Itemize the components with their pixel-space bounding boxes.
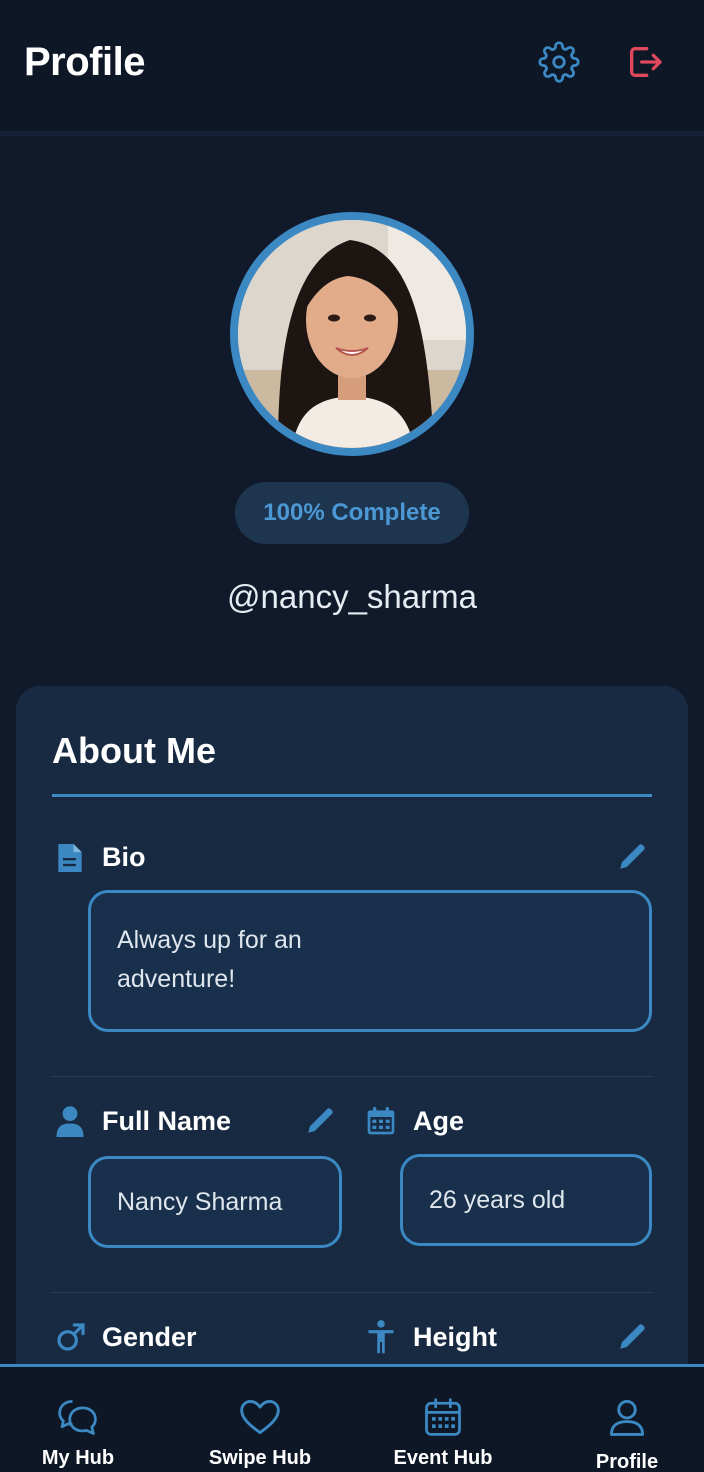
nav-item-swipe-hub[interactable]: Swipe Hub (172, 1367, 348, 1472)
profile-photo[interactable] (230, 212, 474, 456)
accessibility-icon (364, 1318, 398, 1356)
edit-height-button[interactable] (613, 1316, 653, 1356)
full-name-value: Nancy Sharma (117, 1187, 283, 1216)
nav-item-event-hub[interactable]: Event Hub (355, 1367, 531, 1472)
page-title: Profile (24, 40, 145, 84)
app-header: Profile (0, 0, 704, 136)
about-me-title: About Me (52, 730, 216, 771)
gear-icon (538, 41, 580, 83)
logout-button[interactable] (621, 38, 669, 86)
bio-field[interactable]: Always up for an adventure! (88, 890, 652, 1032)
nav-label: Profile (595, 1451, 659, 1472)
nav-label: Swipe Hub (208, 1447, 312, 1469)
calendar-icon (425, 1398, 461, 1436)
username: @nancy_sharma (227, 578, 477, 615)
edit-bio-button[interactable] (613, 836, 653, 876)
about-me-underline (52, 794, 652, 797)
heart-icon (240, 1399, 280, 1435)
calendar-icon (364, 1104, 398, 1138)
nav-label: Event Hub (393, 1447, 493, 1469)
logout-icon (630, 47, 662, 78)
bottom-navigation: My Hub Swipe Hub Event Hub Profile (0, 1364, 704, 1472)
about-me-card: About Me Bio Always up for an adventure!… (16, 686, 688, 1406)
profile-completion-badge: 100% Complete (235, 482, 469, 544)
bio-value: Always up for an adventure! (117, 926, 302, 993)
age-value: 26 years old (429, 1185, 566, 1214)
person-icon (54, 1104, 86, 1138)
pencil-icon (620, 844, 645, 869)
nav-label: My Hub (41, 1447, 115, 1469)
person-outline-icon (609, 1399, 645, 1436)
male-icon (54, 1320, 88, 1354)
nav-item-my-hub[interactable]: My Hub (0, 1367, 166, 1472)
gender-label: Gender (102, 1322, 197, 1352)
bio-label: Bio (102, 842, 146, 872)
pencil-icon (620, 1324, 645, 1349)
divider (52, 1292, 652, 1293)
full-name-label: Full Name (102, 1106, 232, 1136)
nav-item-profile[interactable]: Profile (539, 1367, 704, 1472)
chat-bubbles-icon (58, 1400, 97, 1435)
profile-photo-image (238, 220, 466, 448)
edit-full-name-button[interactable] (301, 1100, 341, 1140)
settings-button[interactable] (535, 38, 583, 86)
age-label: Age (413, 1106, 465, 1136)
full-name-field[interactable]: Nancy Sharma (88, 1156, 342, 1248)
height-label: Height (413, 1322, 497, 1352)
divider (52, 1076, 652, 1077)
pencil-icon (308, 1108, 333, 1133)
age-field[interactable]: 26 years old (400, 1154, 652, 1246)
document-icon (54, 840, 86, 876)
